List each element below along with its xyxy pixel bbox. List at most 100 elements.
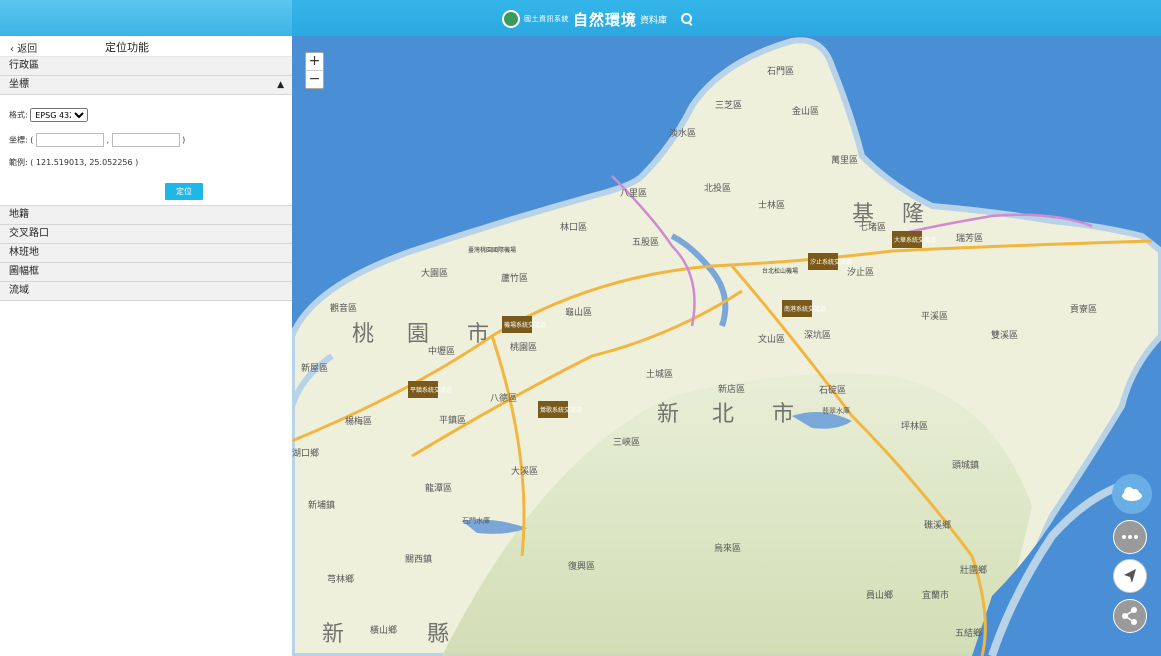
district-label: 宜蘭市	[922, 589, 949, 601]
district-label: 七堵區	[859, 221, 886, 233]
city-label: 新	[322, 622, 344, 647]
example-close: )	[135, 158, 139, 167]
interchange-label: 鶯歌系統交流道	[540, 406, 582, 414]
brand-logo-group[interactable]: 國土資訊系統 自然環境 資料庫	[502, 8, 693, 30]
section-mapframe[interactable]: 圖幅框	[0, 263, 292, 282]
district-label: 中壢區	[428, 345, 455, 357]
district-label: 五股區	[632, 237, 659, 248]
district-label: 平鎮區	[439, 414, 466, 426]
district-label: 烏來區	[714, 542, 741, 554]
district-label: 芎林鄉	[327, 573, 354, 585]
zoom-out-button[interactable]: −	[306, 70, 323, 88]
district-label: 橫山鄉	[370, 624, 397, 636]
district-label: 大溪區	[511, 465, 538, 477]
share-button[interactable]	[1113, 599, 1147, 633]
reservoir-label: 石門水庫	[462, 516, 490, 525]
back-label: 返回	[17, 44, 38, 55]
header-left-section	[0, 0, 292, 36]
city-label: 縣	[427, 622, 449, 647]
district-label: 林口區	[560, 221, 587, 233]
district-label: 員山鄉	[866, 589, 893, 601]
district-label: 礁溪鄉	[924, 519, 951, 531]
interchange-label: 汐止系統交流道	[810, 258, 852, 266]
brand-db-label: 資料庫	[640, 15, 668, 26]
district-label: 土城區	[646, 368, 673, 380]
district-label: 蘆竹區	[501, 272, 528, 284]
search-icon[interactable]	[681, 13, 693, 25]
format-select[interactable]: EPSG 4326	[30, 108, 89, 122]
interchange-label: 大華系統交流道	[894, 236, 936, 244]
district-label: 楊梅區	[345, 415, 372, 427]
panel-title: 定位功能	[105, 41, 149, 54]
district-label: 復興區	[568, 560, 595, 572]
example-value: 121.519013, 25.052256	[35, 158, 133, 167]
format-row: 格式: EPSG 4326	[9, 108, 89, 122]
district-label: 深坑區	[804, 329, 831, 341]
district-label: 貢寮區	[1070, 303, 1097, 315]
example-row: 範例: ( 121.519013, 25.052256 )	[9, 157, 138, 168]
district-label: 金山區	[792, 105, 819, 117]
interchange-label: 機場系統交流道	[504, 321, 546, 329]
zoom-in-button[interactable]: +	[306, 53, 323, 70]
district-label: 湖口鄉	[292, 447, 319, 459]
district-label: 桃園區	[510, 341, 537, 353]
district-label: 五結鄉	[955, 627, 982, 639]
cloud-icon	[1122, 487, 1142, 501]
district-label: 文山區	[758, 333, 785, 345]
coord-close: )	[182, 135, 186, 145]
district-label: 龍潭區	[425, 482, 452, 494]
district-label: 頭城鎮	[952, 459, 979, 471]
share-icon	[1122, 607, 1137, 625]
locate-button[interactable]: 定位	[165, 183, 203, 200]
city-label: 隆	[902, 202, 924, 227]
coord-separator: ,	[106, 135, 109, 145]
district-label: 士林區	[758, 199, 785, 211]
coord-y-input[interactable]	[111, 133, 180, 147]
map-view[interactable]: 桃 園 市 新 北 市 基 隆 新 縣 石門區 三芝區 金山區 淡水區 萬里區 …	[292, 36, 1161, 656]
district-label: 新店區	[718, 383, 745, 395]
district-label: 坪林區	[901, 420, 928, 432]
city-label: 市	[467, 322, 489, 347]
basemap-toggle-button[interactable]	[1112, 474, 1152, 514]
section-coords[interactable]: 坐標 ▲	[0, 76, 292, 95]
district-label: 汐止區	[847, 266, 874, 278]
district-label: 淡水區	[669, 127, 696, 139]
my-location-button[interactable]	[1113, 559, 1147, 593]
city-label: 園	[407, 322, 429, 347]
interchange-label: 南港系統交流道	[784, 305, 826, 313]
district-label: 八德區	[490, 392, 517, 404]
reservoir-label: 翡翠水庫	[822, 406, 850, 415]
city-label: 新	[657, 402, 679, 427]
district-label: 觀音區	[330, 302, 357, 314]
coords-form: 格式: EPSG 4326 坐標: ( , ) 範例: ( 121.519013…	[0, 95, 292, 206]
section-intersection[interactable]: 交叉路口	[0, 225, 292, 244]
district-label: 萬里區	[831, 154, 858, 166]
section-basin[interactable]: 流域	[0, 282, 292, 301]
zoom-control: + −	[305, 52, 324, 89]
district-label: 壯圍鄉	[960, 564, 987, 576]
format-label: 格式:	[9, 110, 28, 120]
map-canvas[interactable]: 桃 園 市 新 北 市 基 隆 新 縣 石門區 三芝區 金山區 淡水區 萬里區 …	[292, 36, 1161, 656]
district-label: 石門區	[767, 66, 794, 77]
interchange-label: 平鎮系統交流道	[410, 386, 452, 394]
brand-title: 自然環境	[573, 10, 638, 29]
more-dots-icon	[1122, 535, 1138, 539]
airport-label: 臺灣桃園國際機場	[468, 246, 516, 254]
district-label: 雙溪區	[991, 329, 1018, 341]
section-cadastral[interactable]: 地籍	[0, 206, 292, 225]
back-button[interactable]: ‹ 返回	[10, 40, 37, 55]
panel-header: ‹ 返回 定位功能	[0, 36, 292, 57]
district-label: 石碇區	[819, 384, 846, 396]
district-label: 龜山區	[565, 306, 592, 318]
chevron-up-icon[interactable]: ▲	[277, 76, 284, 94]
airport-label: 台北松山機場	[762, 267, 798, 275]
section-forest[interactable]: 林班地	[0, 244, 292, 263]
district-label: 大園區	[421, 267, 448, 279]
coord-x-input[interactable]	[35, 133, 104, 147]
district-label: 關西鎮	[405, 553, 432, 565]
city-label: 桃	[352, 322, 374, 347]
coord-label: 坐標: (	[9, 135, 34, 145]
section-admin[interactable]: 行政區	[0, 57, 292, 76]
site-logo-icon	[502, 10, 520, 28]
more-button[interactable]	[1113, 520, 1147, 554]
